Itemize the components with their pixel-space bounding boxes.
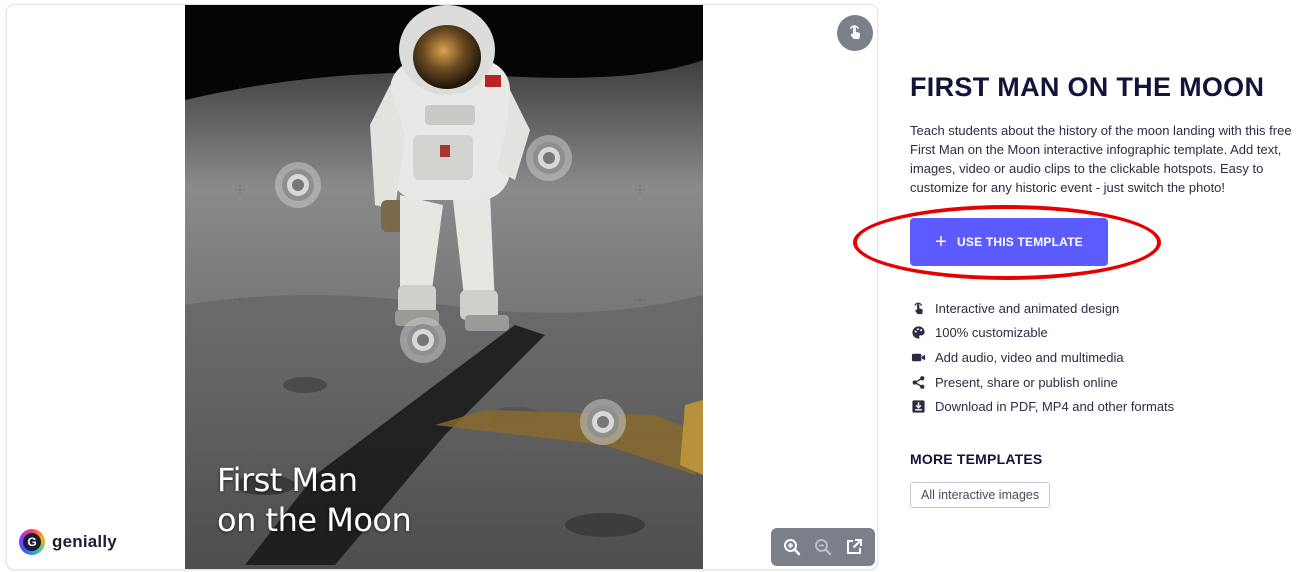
feature-label: Interactive and animated design — [935, 300, 1120, 316]
feature-item: Add audio, video and multimedia — [910, 345, 1174, 370]
use-this-template-label: USE THIS TEMPLATE — [957, 235, 1083, 249]
moon-photo: First Man on the Moon — [185, 5, 703, 569]
zoom-out-icon — [814, 539, 832, 556]
template-preview: First Man on the Moon G genially — [6, 4, 878, 570]
zoom-toolbar — [771, 528, 875, 566]
zoom-in-icon — [784, 539, 801, 556]
external-link-icon — [846, 539, 862, 554]
zoom-out-button[interactable] — [811, 535, 835, 559]
photo-title-line-2: on the Moon — [217, 501, 412, 539]
feature-item: Present, share or publish online — [910, 370, 1174, 395]
hotspot-4[interactable] — [580, 399, 626, 445]
feature-label: Present, share or publish online — [935, 374, 1118, 390]
feature-label: Download in PDF, MP4 and other formats — [935, 399, 1175, 415]
download-icon — [910, 399, 926, 415]
tap-hand-icon — [849, 25, 861, 39]
feature-label: Add audio, video and multimedia — [935, 349, 1124, 365]
template-info: FIRST MAN ON THE MOON Teach students abo… — [910, 70, 1292, 266]
interactive-icon — [910, 300, 926, 316]
all-interactive-images-tag[interactable]: All interactive images — [910, 482, 1051, 508]
photo-title: First Man on the Moon — [217, 460, 537, 540]
template-description: Teach students about the history of the … — [910, 123, 1292, 195]
genially-brand[interactable]: G genially — [19, 529, 117, 555]
share-icon — [910, 374, 926, 390]
feature-item: Download in PDF, MP4 and other formats — [910, 394, 1174, 419]
zoom-in-button[interactable] — [780, 535, 804, 559]
video-icon — [910, 349, 926, 365]
use-this-template-button[interactable]: + USE THIS TEMPLATE — [910, 218, 1108, 266]
brand-name: genially — [52, 532, 117, 551]
interactivity-toggle-button[interactable] — [837, 15, 873, 51]
feature-list: Interactive and animated design 100% cus… — [910, 296, 1174, 419]
feature-label: 100% customizable — [935, 325, 1048, 341]
template-title: FIRST MAN ON THE MOON — [910, 72, 1265, 102]
hotspot-1[interactable] — [275, 162, 321, 208]
feature-item: 100% customizable — [910, 321, 1174, 346]
feature-item: Interactive and animated design — [910, 296, 1174, 321]
plus-icon: + — [935, 231, 948, 253]
genially-logo-icon: G — [19, 529, 45, 555]
open-external-button[interactable] — [842, 535, 866, 559]
hotspot-3[interactable] — [400, 317, 446, 363]
hotspot-2[interactable] — [526, 135, 572, 181]
photo-title-line-1: First Man — [217, 461, 358, 499]
palette-icon — [910, 325, 926, 341]
more-templates-heading: MORE TEMPLATES — [910, 451, 1043, 467]
